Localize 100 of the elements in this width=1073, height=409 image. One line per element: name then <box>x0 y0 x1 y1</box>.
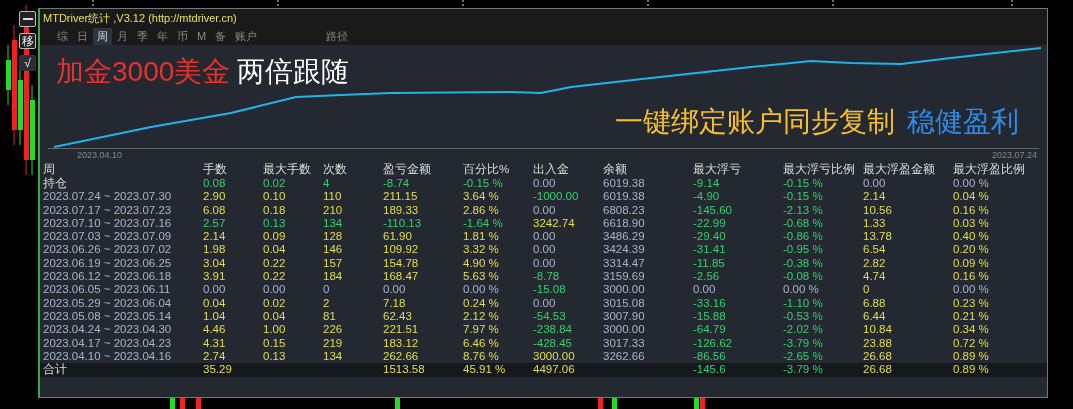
table-cell-text: 1.00 <box>263 323 287 337</box>
table-cell-text: -110.13 <box>383 216 423 231</box>
table-cell-text: 2 <box>323 296 331 310</box>
window-title: MTDriver统计 ,V3.12 (http://mtdriver.cn) <box>43 11 238 25</box>
column-header: 出入金 <box>533 163 570 177</box>
table-cell-text: 2023.07.03 ~ 2023.07.09 <box>43 230 173 244</box>
table-cell-text: 2023.07.24 ~ 2023.07.30 <box>43 190 173 204</box>
table-cell-text: -8.74 <box>383 177 411 191</box>
table-cell-text: 13.78 <box>863 230 893 244</box>
table-cell-text: 2023.05.08 ~ 2023.05.14 <box>43 309 173 324</box>
table-cell-text: 0.00 <box>533 230 557 244</box>
table-cell-text: 154.78 <box>383 256 420 271</box>
table-cell-text: -0.15 % <box>463 177 504 191</box>
slogan-text: 稳健盈利 <box>907 105 1019 139</box>
table-cell-text: 4.31 <box>203 336 227 350</box>
table-cell-text: -428.45 <box>533 336 573 350</box>
table-cell-text: 6618.90 <box>603 216 646 231</box>
table-cell-text: 0.13 <box>263 349 287 364</box>
table-cell-text: 81 <box>323 309 337 324</box>
table-cell-text: 0.04 <box>263 243 287 257</box>
table-cell-text: -0.95 % <box>783 243 824 257</box>
tab[interactable]: 周 <box>93 28 112 45</box>
tab[interactable]: 币 <box>173 28 192 45</box>
table-cell-text: 189.33 <box>383 203 420 217</box>
table-cell-text: 3017.33 <box>603 336 646 350</box>
table-cell-text: 2.14 <box>203 230 227 244</box>
table-cell-text: 5.63 % <box>463 270 500 284</box>
table-cell-text: 2.86 % <box>463 203 500 217</box>
table-cell-text: 0.16 % <box>953 270 990 284</box>
minimize-button[interactable] <box>19 11 36 27</box>
table-cell-text: 2023.07.17 ~ 2023.07.23 <box>43 203 173 217</box>
table-cell-text: 146 <box>323 243 344 257</box>
candlestick <box>598 398 603 409</box>
column-header: 百分比% <box>463 163 511 177</box>
table-cell-text: 6019.38 <box>603 177 646 191</box>
tab[interactable]: 日 <box>73 28 92 45</box>
table-cell-text: -64.79 <box>693 323 727 337</box>
tab[interactable]: 账户 <box>231 28 262 45</box>
column-header: 余额 <box>603 163 628 177</box>
candlestick <box>612 398 617 409</box>
table-cell-text: -29.40 <box>693 230 727 244</box>
table-cell-text: -1.10 % <box>783 296 824 310</box>
table-cell-text: -238.84 <box>533 323 573 337</box>
table-cell-text: 2.90 <box>203 190 227 204</box>
candlestick <box>395 398 400 409</box>
table-cell-text: 0.04 <box>203 296 227 310</box>
table-cell-text: 3486.29 <box>603 230 646 244</box>
table-cell-text: 6.44 <box>863 309 887 324</box>
column-header: 周 <box>43 163 56 177</box>
table-cell-text: 2023.06.05 ~ 2023.06.11 <box>43 283 172 297</box>
table-cell-text: 61.90 <box>383 230 413 244</box>
table-cell-text: 3007.90 <box>603 309 646 324</box>
table-cell-text: 2023.05.29 ~ 2023.06.04 <box>43 296 173 310</box>
table-cell-text: -0.15 % <box>783 190 824 204</box>
table-cell-text: 合计 <box>43 363 68 378</box>
table-cell-text: 6.08 <box>203 203 227 217</box>
table-cell-text: 2.14 <box>863 190 887 204</box>
table-cell-text: 0.00 <box>533 243 557 257</box>
table-cell-text: 0.00 % <box>953 177 990 191</box>
table-cell-text: -1.64 % <box>463 216 504 231</box>
table-cell-text: 0.23 % <box>953 296 990 310</box>
table-cell-text: 0.18 <box>263 203 287 217</box>
table-cell-text: 2.74 <box>203 349 227 364</box>
table-cell-text: 3424.39 <box>603 243 646 257</box>
table-cell-text: 0.00 <box>533 256 557 271</box>
table-cell-text: 3000.00 <box>533 349 576 364</box>
table-cell-text: 0.02 <box>263 177 287 191</box>
table-cell-text: 3.32 % <box>463 243 500 257</box>
table-cell-text: 6019.38 <box>603 190 646 204</box>
table-cell-text: 211.15 <box>383 190 419 204</box>
table-cell-text: 0.40 % <box>953 230 990 244</box>
table-cell-text: -15.88 <box>693 309 727 324</box>
table-cell-text: -22.99 <box>693 216 727 231</box>
table-cell-text: 219 <box>323 336 344 350</box>
candlestick <box>196 398 201 409</box>
table-cell-text: 0.89 % <box>953 363 990 378</box>
side-button[interactable]: √ <box>19 55 36 71</box>
tab[interactable]: 季 <box>133 28 152 45</box>
tab[interactable]: 综 <box>53 28 72 45</box>
table-cell-text: 0.89 % <box>953 349 990 364</box>
tab[interactable]: 备 <box>211 28 231 45</box>
side-button[interactable]: 移 <box>19 33 36 49</box>
table-cell-text: 0.08 <box>203 177 227 191</box>
column-header: 最大浮盈比例 <box>953 163 1026 177</box>
table-cell-text: -4.90 <box>693 190 721 204</box>
table-cell-text: 26.68 <box>863 349 893 364</box>
tab[interactable]: 年 <box>153 28 172 45</box>
table-cell-text: 2.82 <box>863 256 887 271</box>
table-cell-text: -0.38 % <box>783 256 824 271</box>
table-cell-text: -0.08 % <box>783 270 824 284</box>
table-cell-text: -0.53 % <box>783 309 824 324</box>
table-cell-text: -33.16 <box>693 296 727 310</box>
table-cell-text: -54.53 <box>533 309 567 324</box>
table-cell-text: 1.98 <box>203 243 227 257</box>
table-cell-text: 1.33 <box>863 216 887 231</box>
tab[interactable]: M <box>193 28 211 45</box>
tab[interactable]: 月 <box>113 28 132 45</box>
path-button[interactable]: 路径 <box>322 28 353 45</box>
table-cell-text: 0.02 <box>263 296 287 310</box>
table-cell-text: -2.02 % <box>783 323 824 337</box>
